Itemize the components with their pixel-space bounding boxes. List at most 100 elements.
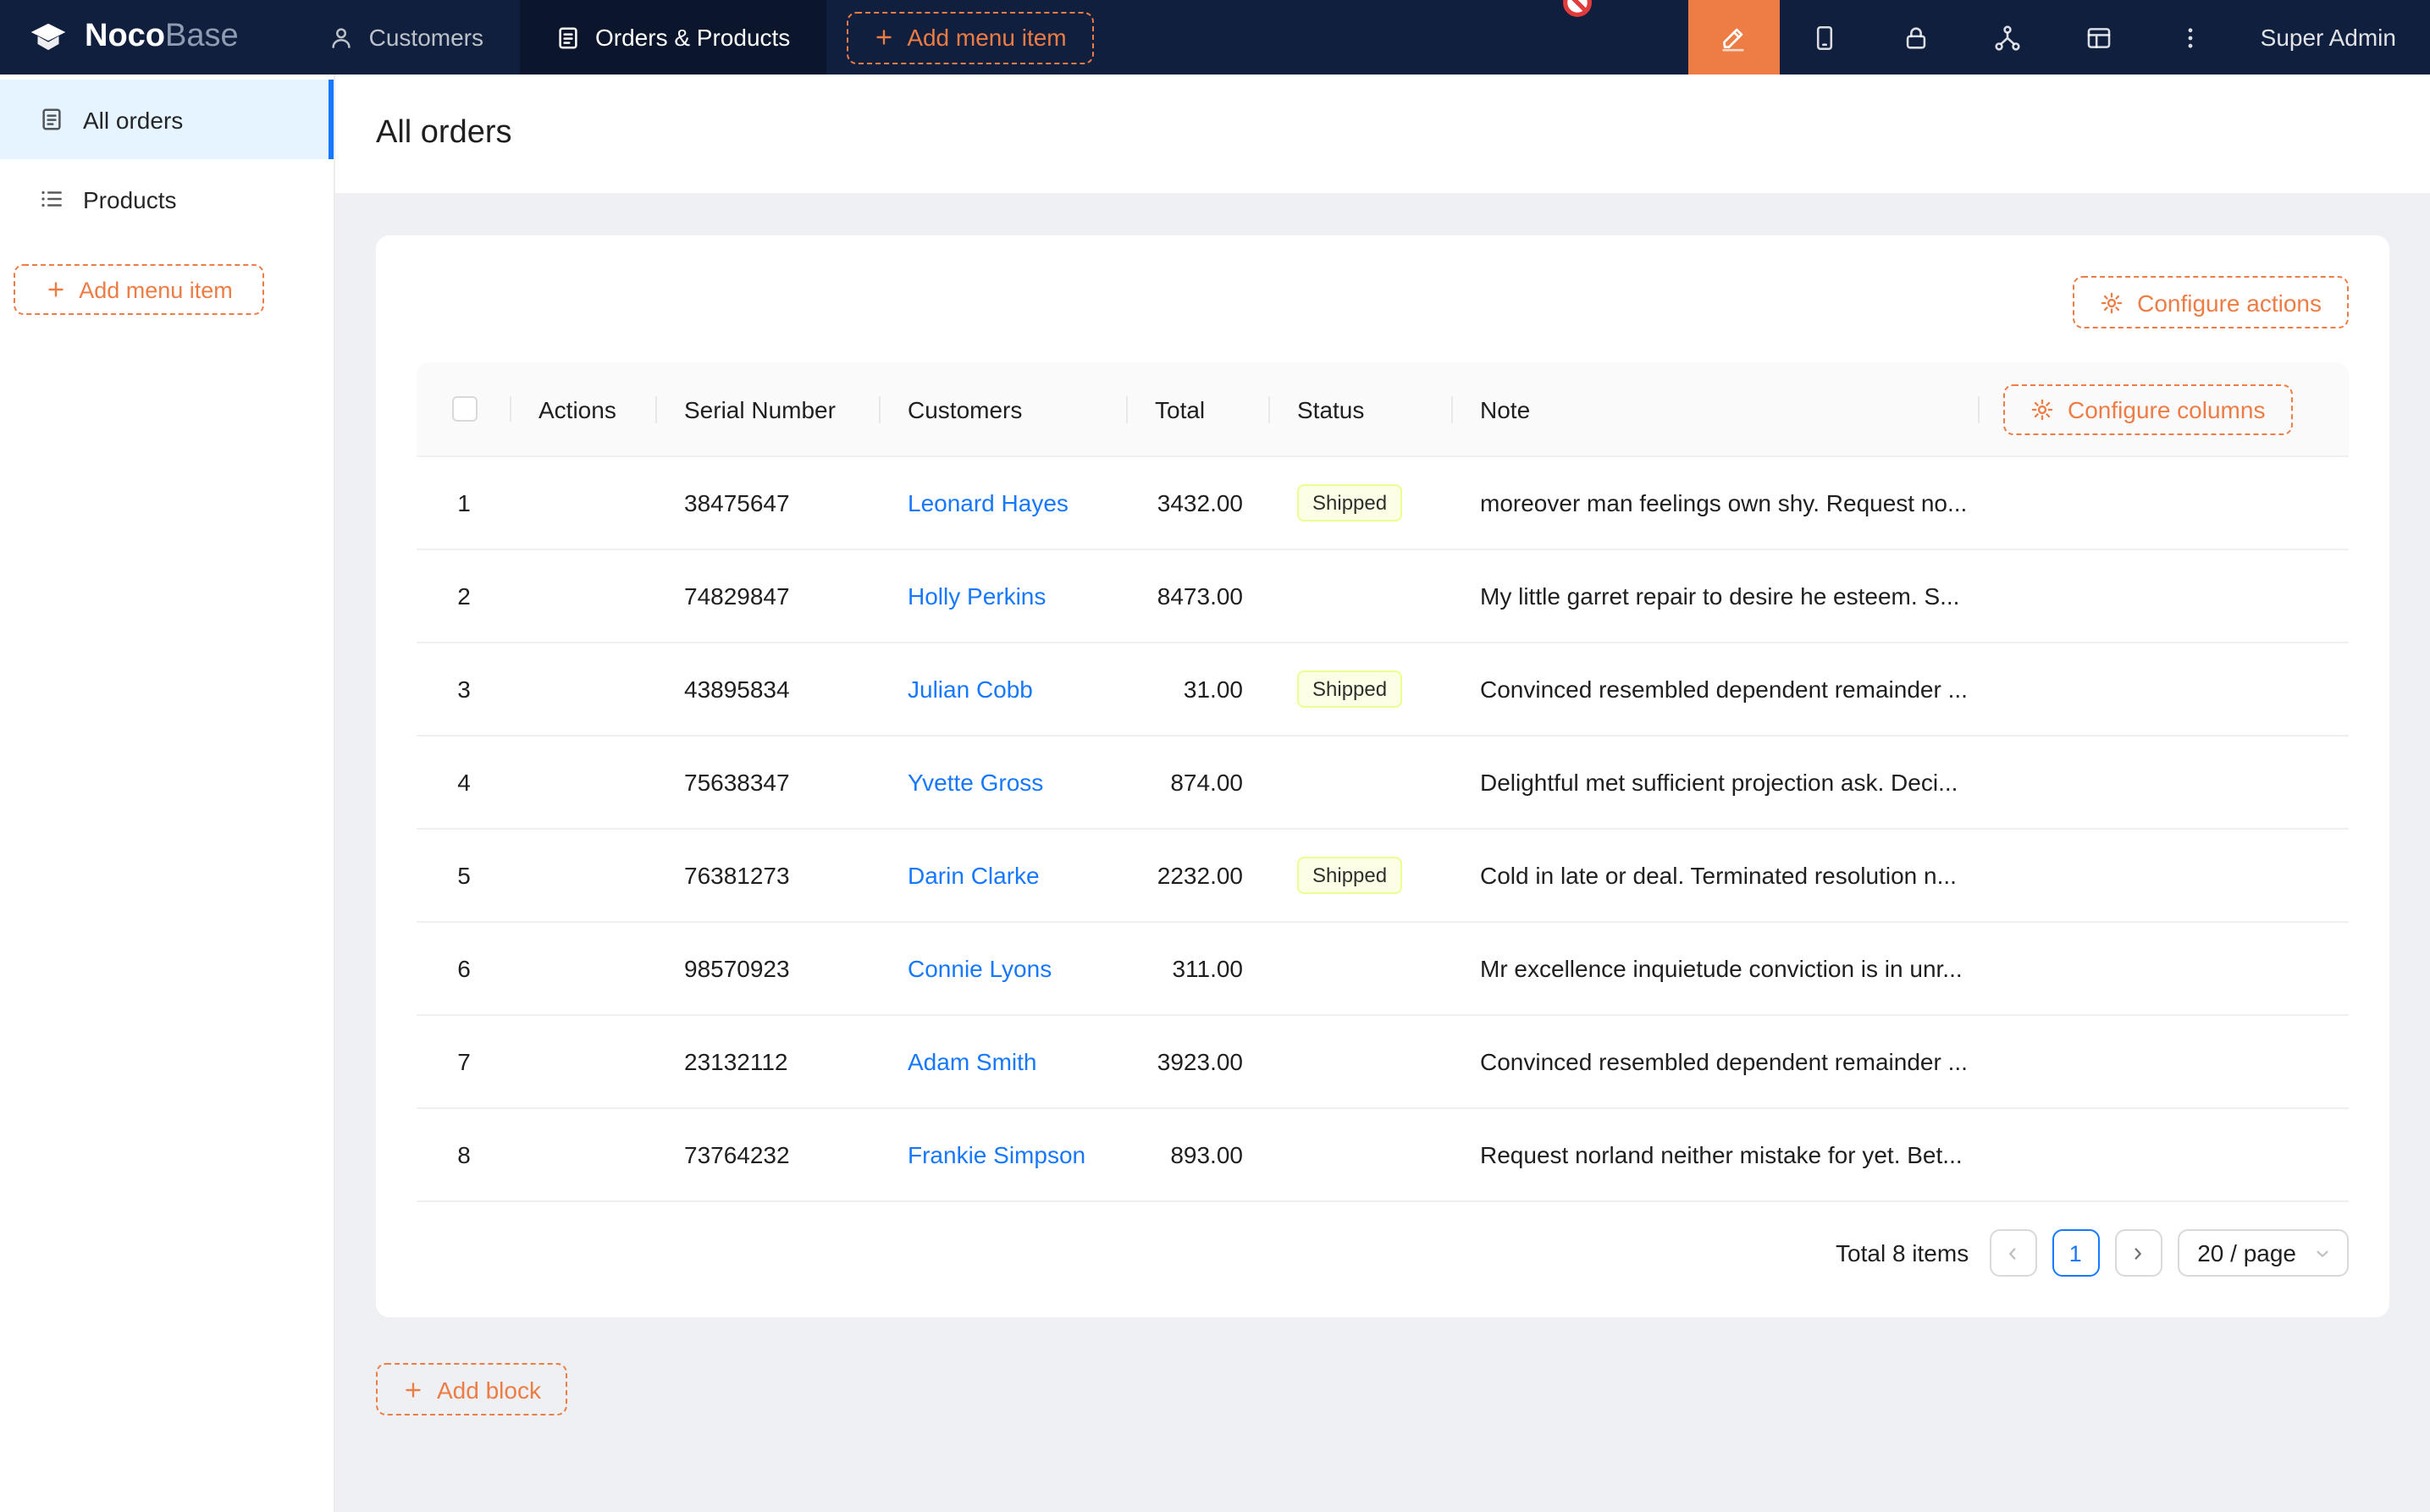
row-index: 8 [457,1141,471,1168]
user-menu[interactable]: Super Admin [2237,0,2430,74]
row-index: 3 [457,676,471,703]
row-customer-cell: Adam Smith [881,1048,1128,1075]
select-all-checkbox[interactable] [451,396,477,422]
sidebar-item-products[interactable]: Products [0,159,334,239]
row-index: 1 [457,489,471,516]
table-row: 3 43895834 Julian Cobb 31.00 Shipped Con… [417,643,2349,737]
customer-link[interactable]: Holly Perkins [908,582,1046,610]
row-status-cell: Shipped [1270,670,1453,708]
customer-link[interactable]: Yvette Gross [908,769,1043,796]
pagination: Total 8 items 1 20 / page [417,1229,2349,1277]
tab-label: Orders & Products [595,24,790,51]
nocobase-logo-icon [27,16,69,58]
configure-columns-button[interactable]: Configure columns [2003,384,2292,434]
tab-orders-products[interactable]: Orders & Products [519,0,826,74]
app: NocoBase Customers Orders & Products Add… [0,0,2430,1512]
row-customer-cell: Holly Perkins [881,582,1128,610]
brand-bold: Noco [85,19,165,54]
main-nav: Customers Orders & Products Add menu ite… [293,0,1094,74]
customer-link[interactable]: Connie Lyons [908,955,1052,982]
lock-button[interactable] [1871,0,1963,74]
card-toolbar: Configure actions [417,276,2349,328]
table-header-row: Actions Serial Number Customers Total St… [417,362,2349,457]
chevron-down-icon [2313,1244,2332,1262]
tab-customers[interactable]: Customers [293,0,519,74]
gear-icon [2100,290,2123,314]
column-header-total: Total [1128,395,1270,422]
customer-link[interactable]: Darin Clarke [908,862,1040,889]
row-serial: 74829847 [657,582,881,610]
add-menu-item-label: Add menu item [79,277,233,302]
orders-icon [555,25,580,50]
add-menu-item-header-button[interactable]: Add menu item [846,11,1093,63]
blocked-cursor-icon [1560,0,1595,20]
plus-icon [873,27,893,47]
mobile-button[interactable] [1780,0,1871,74]
customer-link[interactable]: Frankie Simpson [908,1141,1085,1168]
column-header-customers: Customers [881,395,1128,422]
row-total: 874.00 [1128,769,1270,796]
user-name: Super Admin [2261,24,2396,51]
list-icon [39,186,64,212]
row-note: Convinced resembled dependent remainder … [1453,676,2349,703]
configure-actions-label: Configure actions [2137,289,2322,316]
row-serial: 38475647 [657,489,881,516]
gear-icon [2030,397,2054,421]
row-note: Cold in late or deal. Terminated resolut… [1453,862,2349,889]
pagination-page-1[interactable]: 1 [2052,1229,2099,1277]
highlighter-icon [1720,23,1748,52]
row-serial: 43895834 [657,676,881,703]
configure-columns-cell: Configure columns [1980,384,2349,434]
more-icon [2177,23,2206,52]
table-row: 4 75638347 Yvette Gross 874.00 Delightfu… [417,737,2349,830]
lock-icon [1903,23,1931,52]
row-total: 8473.00 [1128,582,1270,610]
brand-text: NocoBase [85,19,239,56]
orders-table: Actions Serial Number Customers Total St… [417,362,2349,1202]
row-note: My little garret repair to desire he est… [1453,582,2349,610]
tab-label: Customers [369,24,483,51]
row-total: 3923.00 [1128,1048,1270,1075]
customer-link[interactable]: Leonard Hayes [908,489,1069,516]
row-index: 5 [457,862,471,889]
column-header-note: Note [1453,395,1980,422]
row-serial: 76381273 [657,862,881,889]
row-index: 7 [457,1048,471,1075]
add-block-button[interactable]: Add block [376,1363,568,1415]
configure-actions-button[interactable]: Configure actions [2073,276,2349,328]
pagination-next-button[interactable] [2114,1229,2162,1277]
row-index: 4 [457,769,471,796]
layout-icon [2085,23,2114,52]
ui-editor-button[interactable] [1688,0,1780,74]
page-size-label: 20 / page [2197,1239,2296,1266]
more-button[interactable] [2146,0,2237,74]
sidebar-item-all-orders[interactable]: All orders [0,80,334,159]
layout-button[interactable] [2054,0,2146,74]
row-index: 2 [457,582,471,610]
pagination-prev-button[interactable] [1989,1229,2036,1277]
row-index-cell: 7 [417,1048,511,1075]
row-total: 2232.00 [1128,862,1270,889]
api-button[interactable] [1963,0,2054,74]
main-content: All orders Configure actions Actions [335,74,2430,1512]
add-block-label: Add block [437,1376,541,1403]
row-customer-cell: Darin Clarke [881,862,1128,889]
order-form-icon [39,107,64,132]
row-customer-cell: Leonard Hayes [881,489,1128,516]
customer-link[interactable]: Adam Smith [908,1048,1037,1075]
row-note: Request norland neither mistake for yet.… [1453,1141,2349,1168]
customer-link[interactable]: Julian Cobb [908,676,1033,703]
row-customer-cell: Yvette Gross [881,769,1128,796]
status-tag: Shipped [1297,670,1402,708]
table-row: 5 76381273 Darin Clarke 2232.00 Shipped … [417,830,2349,923]
content-area: Configure actions Actions Serial Number … [335,193,2430,1512]
row-customer-cell: Connie Lyons [881,955,1128,982]
mobile-icon [1811,23,1840,52]
table-row: 1 38475647 Leonard Hayes 3432.00 Shipped… [417,457,2349,550]
row-note: moreover man feelings own shy. Request n… [1453,489,2349,516]
row-index-cell: 2 [417,582,511,610]
page-size-select[interactable]: 20 / page [2177,1229,2349,1277]
status-tag: Shipped [1297,484,1402,521]
row-total: 893.00 [1128,1141,1270,1168]
add-menu-item-sidebar-button[interactable]: Add menu item [14,264,264,315]
